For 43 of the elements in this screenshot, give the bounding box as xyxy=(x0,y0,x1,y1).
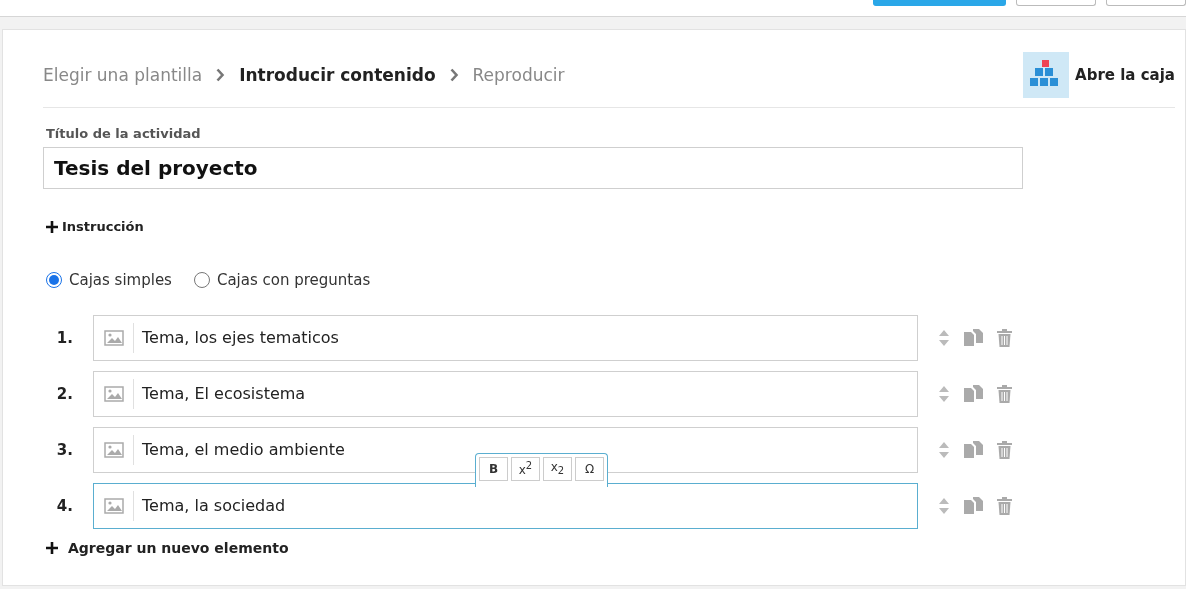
item-field[interactable]: Tema, El ecosistema xyxy=(93,370,918,417)
format-button[interactable]: B xyxy=(479,456,508,481)
plus-icon xyxy=(46,220,58,233)
trash-icon[interactable] xyxy=(997,440,1012,459)
copy-icon[interactable] xyxy=(964,441,983,458)
step-tab[interactable]: Reproducir xyxy=(472,64,565,85)
item-number: 2. xyxy=(55,384,74,403)
item-number: 1. xyxy=(55,328,74,347)
image-icon xyxy=(103,329,124,346)
plus-icon xyxy=(46,541,58,554)
add-instruction-link[interactable]: Instrucción xyxy=(46,219,144,234)
template-name: Abre la caja xyxy=(1075,65,1175,84)
blocks-icon xyxy=(1023,51,1070,98)
format-button[interactable]: x$^{2}$ xyxy=(511,456,540,481)
chevron-right-icon xyxy=(216,67,226,82)
option-label: Cajas simples xyxy=(69,270,172,289)
image-icon xyxy=(103,385,124,402)
sort-icon[interactable] xyxy=(938,328,950,347)
trash-icon[interactable] xyxy=(997,496,1012,515)
top-button[interactable] xyxy=(1106,0,1186,6)
item-number: 3. xyxy=(55,440,74,459)
copy-icon[interactable] xyxy=(964,329,983,346)
mode-option[interactable]: Cajas simples xyxy=(46,270,172,289)
trash-icon[interactable] xyxy=(997,328,1012,347)
sort-icon[interactable] xyxy=(938,440,950,459)
step-tab[interactable]: Elegir una plantilla xyxy=(43,64,203,85)
field-label: Título de la actividad xyxy=(46,126,202,141)
trash-icon[interactable] xyxy=(997,384,1012,403)
item-number: 4. xyxy=(55,496,74,515)
step-tab[interactable]: Introducir contenido xyxy=(239,64,436,85)
sort-icon[interactable] xyxy=(938,496,950,515)
image-icon xyxy=(103,441,124,458)
top-button[interactable] xyxy=(1016,0,1096,6)
add-item-link[interactable]: Agregar un nuevo elemento xyxy=(46,539,289,556)
copy-icon[interactable] xyxy=(964,497,983,514)
copy-icon[interactable] xyxy=(964,385,983,402)
format-button[interactable]: Ω xyxy=(575,456,604,481)
chevron-right-icon xyxy=(449,67,459,82)
image-icon xyxy=(103,497,124,514)
title-field[interactable]: Tesis del proyecto xyxy=(43,147,1023,189)
format-button[interactable]: x$_{2}$ xyxy=(543,456,572,481)
sort-icon[interactable] xyxy=(938,384,950,403)
item-field[interactable]: Tema, los ejes tematicos xyxy=(93,314,918,361)
